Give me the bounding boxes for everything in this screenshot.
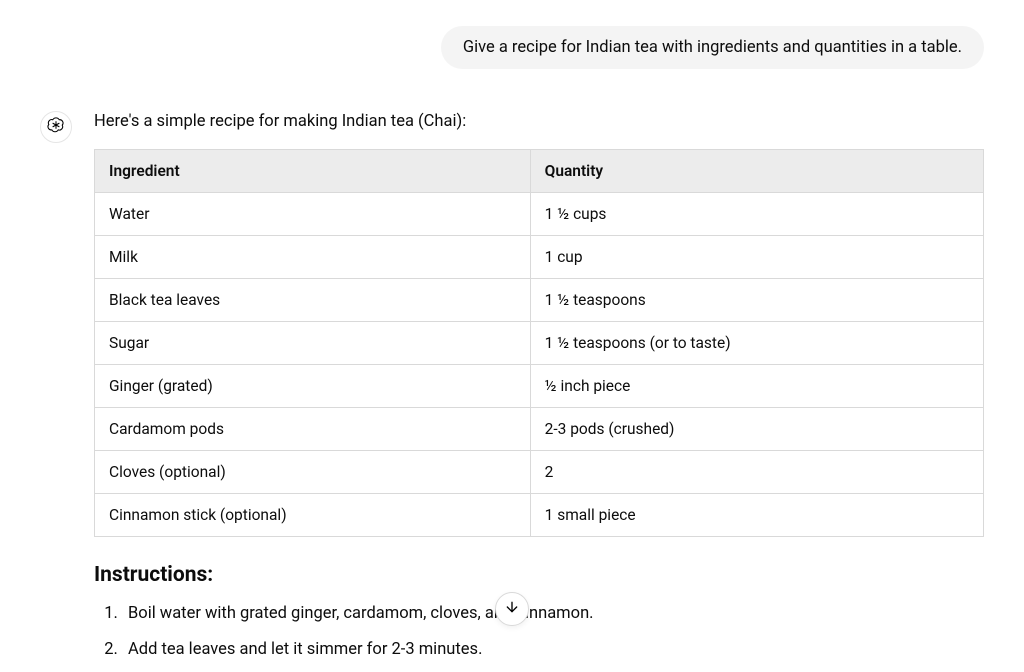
table-row: Cloves (optional)2 bbox=[95, 450, 984, 493]
table-row: Milk1 cup bbox=[95, 235, 984, 278]
openai-logo-icon bbox=[47, 116, 65, 138]
cell-ingredient: Cinnamon stick (optional) bbox=[95, 493, 531, 536]
chat-container: Give a recipe for Indian tea with ingred… bbox=[0, 0, 1024, 672]
user-message-row: Give a recipe for Indian tea with ingred… bbox=[40, 26, 984, 69]
cell-quantity: 1 cup bbox=[530, 235, 983, 278]
cell-quantity: 2-3 pods (crushed) bbox=[530, 407, 983, 450]
table-header-row: Ingredient Quantity bbox=[95, 149, 984, 192]
ingredients-table: Ingredient Quantity Water1 ½ cupsMilk1 c… bbox=[94, 149, 984, 537]
cell-ingredient: Milk bbox=[95, 235, 531, 278]
cell-ingredient: Sugar bbox=[95, 321, 531, 364]
table-row: Water1 ½ cups bbox=[95, 192, 984, 235]
cell-ingredient: Cloves (optional) bbox=[95, 450, 531, 493]
cell-ingredient: Water bbox=[95, 192, 531, 235]
assistant-content: Here's a simple recipe for making Indian… bbox=[94, 109, 984, 672]
instruction-step: Add tea leaves and let it simmer for 2-3… bbox=[122, 637, 984, 663]
cell-quantity: 1 ½ teaspoons (or to taste) bbox=[530, 321, 983, 364]
assistant-message-row: Here's a simple recipe for making Indian… bbox=[40, 109, 984, 672]
user-message-bubble[interactable]: Give a recipe for Indian tea with ingred… bbox=[441, 26, 984, 69]
instructions-heading: Instructions: bbox=[94, 559, 984, 592]
cell-quantity: 2 bbox=[530, 450, 983, 493]
assistant-intro-text: Here's a simple recipe for making Indian… bbox=[94, 109, 984, 135]
table-row: Cinnamon stick (optional)1 small piece bbox=[95, 493, 984, 536]
arrow-down-icon bbox=[504, 599, 520, 619]
table-row: Black tea leaves1 ½ teaspoons bbox=[95, 278, 984, 321]
col-header-ingredient: Ingredient bbox=[95, 149, 531, 192]
cell-ingredient: Cardamom pods bbox=[95, 407, 531, 450]
cell-quantity: 1 small piece bbox=[530, 493, 983, 536]
instructions-list: Boil water with grated ginger, cardamom,… bbox=[94, 601, 984, 662]
table-row: Cardamom pods2-3 pods (crushed) bbox=[95, 407, 984, 450]
table-row: Ginger (grated)½ inch piece bbox=[95, 364, 984, 407]
instruction-step: Boil water with grated ginger, cardamom,… bbox=[122, 601, 984, 627]
cell-quantity: 1 ½ teaspoons bbox=[530, 278, 983, 321]
cell-ingredient: Black tea leaves bbox=[95, 278, 531, 321]
assistant-avatar bbox=[40, 111, 72, 143]
col-header-quantity: Quantity bbox=[530, 149, 983, 192]
scroll-down-button[interactable] bbox=[495, 592, 529, 626]
user-message-text: Give a recipe for Indian tea with ingred… bbox=[463, 38, 962, 57]
cell-ingredient: Ginger (grated) bbox=[95, 364, 531, 407]
cell-quantity: ½ inch piece bbox=[530, 364, 983, 407]
table-row: Sugar1 ½ teaspoons (or to taste) bbox=[95, 321, 984, 364]
cell-quantity: 1 ½ cups bbox=[530, 192, 983, 235]
